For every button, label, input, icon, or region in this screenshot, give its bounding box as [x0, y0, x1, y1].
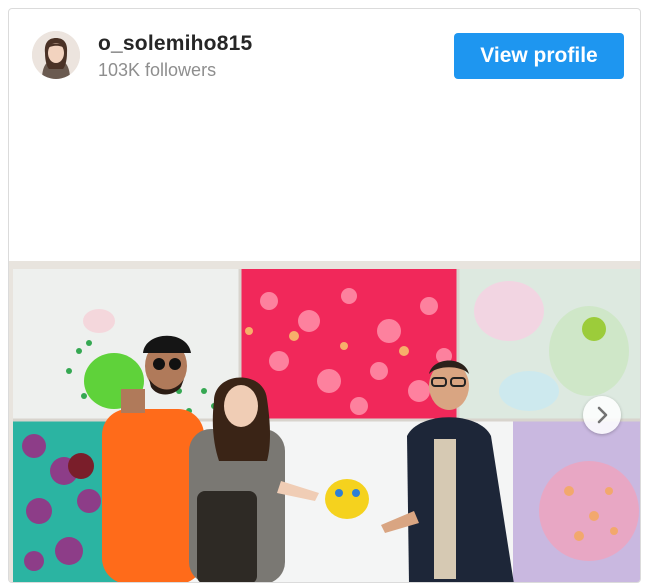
follower-count: 103K followers	[98, 60, 216, 81]
post-header: o_solemiho815 103K followers View profil…	[9, 9, 640, 104]
profile-avatar[interactable]	[32, 31, 80, 79]
post-photo[interactable]	[9, 261, 641, 583]
post-image	[9, 261, 641, 583]
avatar-image	[32, 31, 80, 79]
carousel-next-button[interactable]	[583, 396, 621, 434]
embedded-post-card: o_solemiho815 103K followers View profil…	[8, 8, 641, 583]
username[interactable]: o_solemiho815	[98, 32, 252, 56]
view-profile-button[interactable]: View profile	[454, 33, 624, 79]
chevron-right-icon	[595, 406, 609, 424]
